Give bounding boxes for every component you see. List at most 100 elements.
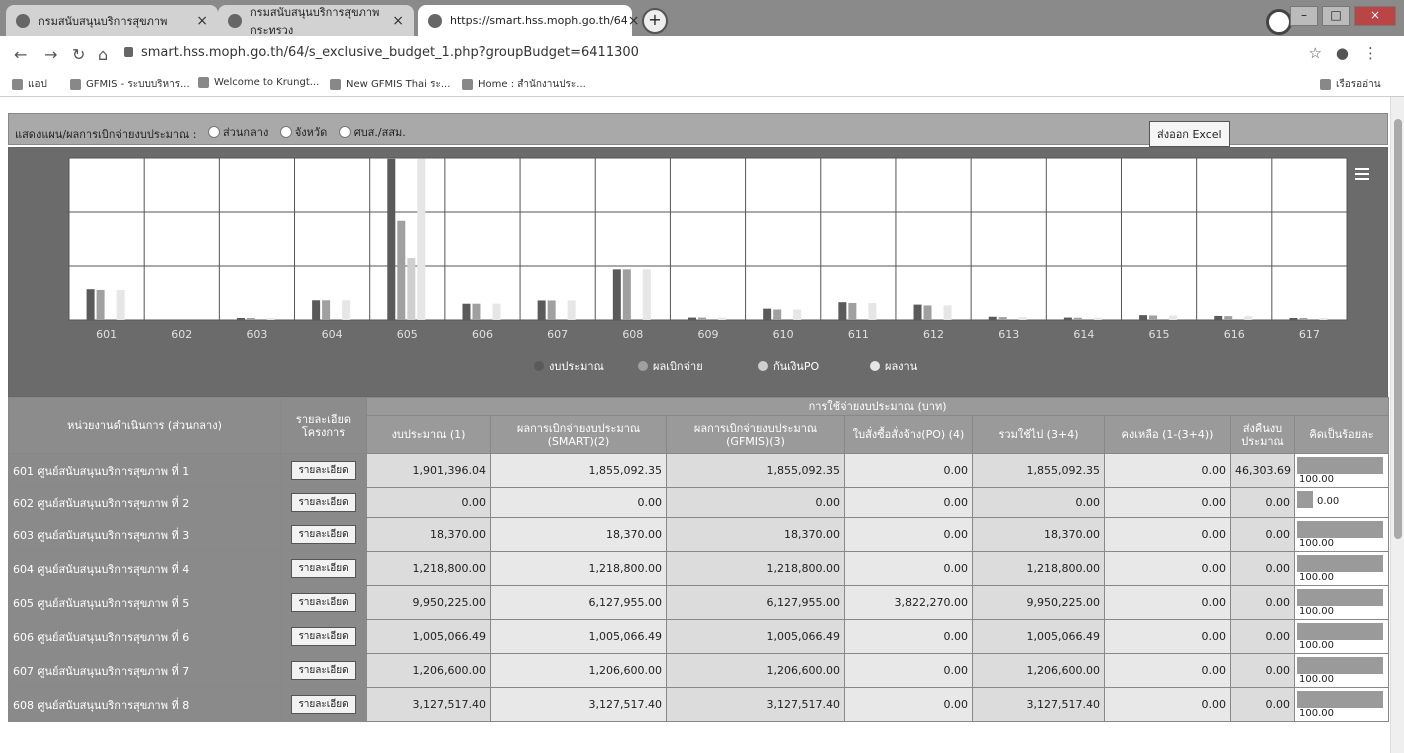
export-excel-button[interactable]: ส่งออก Excel	[1149, 121, 1230, 147]
bar-610-s0	[763, 308, 772, 320]
radio-dot[interactable]	[207, 126, 220, 138]
bar-607-s1	[547, 300, 556, 320]
new-tab-button[interactable]: +	[642, 8, 668, 34]
radio-dot[interactable]	[338, 126, 351, 138]
minimize-icon[interactable]: –	[1290, 6, 1318, 26]
address-bar: ← → ↻ ⌂ smart.hss.moph.go.th/64/s_exclus…	[0, 36, 1404, 71]
url-field[interactable]: smart.hss.moph.go.th/64/s_exclusive_budg…	[124, 45, 639, 60]
browser-tab-1[interactable]: กรมสนับสนุนบริการสุขภาพ ×	[6, 5, 218, 36]
x-tick-label: 615	[1149, 328, 1170, 341]
x-tick-label: 610	[773, 328, 794, 341]
home-icon[interactable]: ⌂	[98, 45, 108, 64]
po-cell: 0.00	[844, 551, 973, 586]
chart-container: 601 602 603 604 605 606 607 608 609 610 611 612 613 6…	[8, 147, 1388, 397]
detail-button[interactable]: รายละเอียด	[291, 461, 356, 480]
detail-cell: รายละเอียด	[280, 619, 367, 654]
detail-button[interactable]: รายละเอียด	[291, 695, 356, 714]
percent-cell: 100.00	[1293, 619, 1390, 654]
detail-cell: รายละเอียด	[280, 585, 367, 620]
bar-612-s0	[913, 304, 922, 320]
bookmark-apps[interactable]: แอป	[12, 77, 47, 92]
radio-dot[interactable]	[279, 126, 292, 138]
header-detail: รายละเอียดโครงการ	[280, 397, 367, 454]
header-remain: คงเหลือ (1-(3+4))	[1104, 415, 1231, 454]
percent-bar	[1297, 623, 1383, 640]
percent-value: 100.00	[1299, 674, 1334, 685]
detail-button[interactable]: รายละเอียด	[291, 593, 356, 612]
bookmark-label: Welcome to Krungt...	[214, 77, 320, 88]
reading-list[interactable]: เรือรออ่าน	[1320, 77, 1381, 92]
unit-cell: 605 ศูนย์สนับสนุนบริการสุขภาพ ที่ 5	[8, 585, 281, 620]
reload-icon[interactable]: ↻	[72, 45, 85, 64]
page-scrollbar[interactable]	[1390, 97, 1404, 753]
scrollbar-thumb[interactable]	[1394, 119, 1402, 539]
po-cell: 0.00	[844, 487, 973, 518]
bookmark-gfmis[interactable]: GFMIS - ระบบบริหาร...	[70, 77, 190, 92]
browser-tab-3[interactable]: https://smart.hss.moph.go.th/64 ×	[418, 5, 640, 36]
bar-613-s3	[1018, 317, 1027, 320]
budget-cell: 1,005,066.49	[366, 619, 491, 654]
close-tab-icon[interactable]: ×	[628, 13, 640, 29]
legend-marker	[534, 361, 544, 371]
bar-605-s3	[417, 158, 426, 320]
detail-button[interactable]: รายละเอียด	[291, 493, 356, 512]
po-cell: 0.00	[844, 517, 973, 552]
bookmark-home[interactable]: Home : สำนักงานประ...	[462, 77, 586, 92]
bookmark-new-gfmis[interactable]: New GFMIS Thai ระ...	[330, 77, 450, 92]
tab-title: กรมสนับสนุนบริการสุขภาพ กระทรวง	[250, 5, 380, 37]
site-favicon-icon	[16, 13, 30, 28]
bar-611-s0	[838, 302, 847, 320]
kebab-menu-icon[interactable]: ⋮	[1363, 44, 1392, 62]
radio-province[interactable]: จังหวัด	[279, 123, 327, 141]
unit-cell: 604 ศูนย์สนับสนุนบริการสุขภาพ ที่ 4	[8, 551, 281, 586]
close-tab-icon[interactable]: ×	[392, 13, 404, 29]
close-window-icon[interactable]: ×	[1354, 6, 1396, 26]
percent-value: 100.00	[1299, 474, 1334, 485]
percent-value: 0.00	[1317, 496, 1340, 507]
percent-bar	[1297, 457, 1383, 474]
back-arrow-icon[interactable]: ←	[14, 45, 27, 64]
total-cell: 3,127,517.40	[972, 687, 1105, 722]
table-row: 601 ศูนย์สนับสนุนบริการสุขภาพ ที่ 1 รายละ…	[8, 453, 1390, 488]
close-tab-icon[interactable]: ×	[196, 13, 208, 29]
bar-616-s0	[1214, 315, 1223, 320]
bar-615-s0	[1139, 315, 1148, 320]
unit-cell: 603 ศูนย์สนับสนุนบริการสุขภาพ ที่ 3	[8, 517, 281, 552]
return-cell: 0.00	[1230, 585, 1295, 620]
maximize-icon[interactable]: □	[1322, 6, 1350, 26]
table-row: 607 ศูนย์สนับสนุนบริการสุขภาพ ที่ 7 รายละ…	[8, 653, 1390, 688]
smart-cell: 18,370.00	[490, 517, 667, 552]
detail-button[interactable]: รายละเอียด	[291, 559, 356, 578]
unit-cell: 607 ศูนย์สนับสนุนบริการสุขภาพ ที่ 7	[8, 653, 281, 688]
gfmis-cell: 1,005,066.49	[666, 619, 845, 654]
profile-avatar-icon[interactable]	[1266, 9, 1292, 35]
account-icon[interactable]: ●	[1336, 44, 1363, 62]
forward-arrow-icon[interactable]: →	[44, 45, 57, 64]
bar-606-s3	[492, 303, 501, 320]
chart-menu-icon[interactable]	[1355, 168, 1369, 180]
radio-center[interactable]: ศบส./สสม.	[338, 123, 406, 141]
radio-central[interactable]: ส่วนกลาง	[207, 123, 268, 141]
remain-cell: 0.00	[1104, 585, 1231, 620]
legend-label: กันเงินPO	[773, 360, 819, 373]
detail-button[interactable]: รายละเอียด	[291, 661, 356, 680]
remain-cell: 0.00	[1104, 453, 1231, 488]
return-cell: 0.00	[1230, 619, 1295, 654]
bookmark-star-icon[interactable]: ☆	[1308, 44, 1335, 62]
bookmark-krungthai[interactable]: Welcome to Krungt...	[198, 77, 319, 88]
address-bar-actions: ☆●⋮	[1308, 44, 1392, 62]
detail-button[interactable]: รายละเอียด	[291, 627, 356, 646]
browser-tab-2[interactable]: กรมสนับสนุนบริการสุขภาพ กระทรวง ×	[218, 5, 414, 37]
bar-609-s3	[718, 317, 726, 320]
percent-value: 100.00	[1299, 640, 1334, 651]
detail-button[interactable]: รายละเอียด	[291, 525, 356, 544]
percent-bar	[1297, 589, 1383, 606]
percent-bar	[1297, 491, 1313, 508]
percent-value: 100.00	[1299, 708, 1334, 719]
percent-bar	[1297, 521, 1383, 538]
bar-612-s3	[943, 305, 952, 320]
gfmis-cell: 1,206,600.00	[666, 653, 845, 688]
table-row: 603 ศูนย์สนับสนุนบริการสุขภาพ ที่ 3 รายละ…	[8, 517, 1390, 552]
total-cell: 1,206,600.00	[972, 653, 1105, 688]
po-cell: 0.00	[844, 453, 973, 488]
